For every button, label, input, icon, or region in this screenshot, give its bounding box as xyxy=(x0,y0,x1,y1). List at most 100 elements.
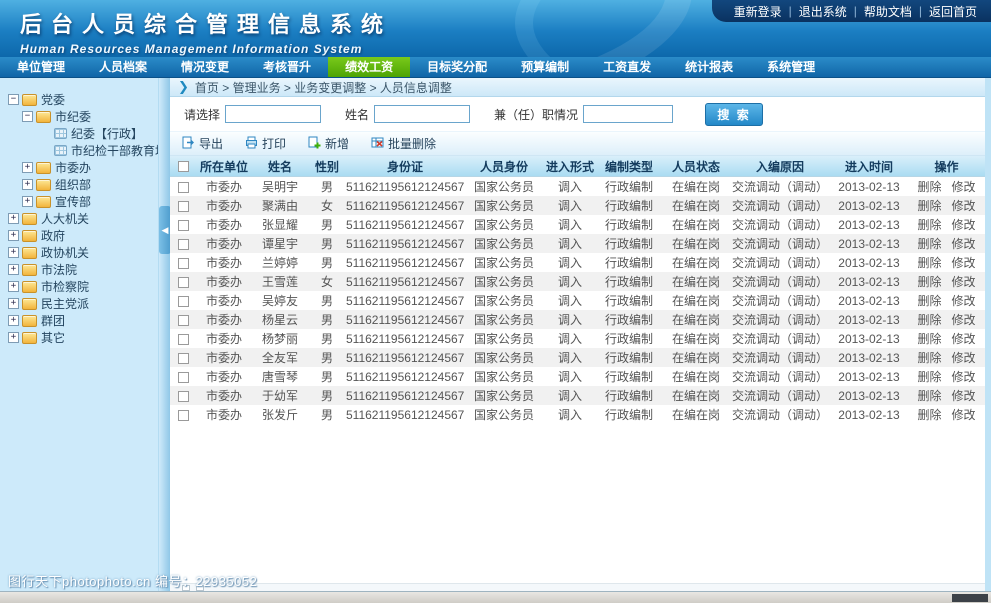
tree-node-14[interactable]: +其它 xyxy=(0,329,158,346)
tree-node-10[interactable]: +市法院 xyxy=(0,261,158,278)
select-filter-input[interactable] xyxy=(225,105,321,123)
delete-link[interactable]: 删除 xyxy=(917,256,941,270)
row-checkbox[interactable] xyxy=(178,315,189,326)
tree-node-6[interactable]: +宣传部 xyxy=(0,193,158,210)
name-filter-input[interactable] xyxy=(374,105,470,123)
select-all-checkbox[interactable] xyxy=(178,161,189,172)
folder-icon xyxy=(36,179,51,191)
tree-node-0[interactable]: −党委 xyxy=(0,91,158,108)
edit-link[interactable]: 修改 xyxy=(952,370,976,384)
expand-node-icon[interactable]: + xyxy=(8,281,19,292)
delete-link[interactable]: 删除 xyxy=(917,332,941,346)
cell-identity: 国家公务员 xyxy=(464,216,544,233)
expand-node-icon[interactable]: + xyxy=(8,264,19,275)
row-checkbox[interactable] xyxy=(178,220,189,231)
tree-node-8[interactable]: +政府 xyxy=(0,227,158,244)
header-checkbox-cell xyxy=(170,159,196,173)
tree-node-11[interactable]: +市检察院 xyxy=(0,278,158,295)
row-checkbox[interactable] xyxy=(178,296,189,307)
toolbar-add-button[interactable]: 新增 xyxy=(308,135,349,152)
expand-node-icon[interactable]: + xyxy=(22,196,33,207)
row-checkbox[interactable] xyxy=(178,372,189,383)
menu-item-8[interactable]: 统计报表 xyxy=(668,57,750,77)
edit-link[interactable]: 修改 xyxy=(952,313,976,327)
cell-actions: 删除修改 xyxy=(908,216,985,233)
edit-link[interactable]: 修改 xyxy=(952,389,976,403)
org-tree-sidebar: −党委−市纪委纪委【行政】市纪检干部教育培训中心+市委办+组织部+宣传部+人大机… xyxy=(0,78,158,591)
row-checkbox[interactable] xyxy=(178,391,189,402)
row-checkbox[interactable] xyxy=(178,353,189,364)
cell-status: 在编在岗 xyxy=(662,311,730,328)
expand-node-icon[interactable]: + xyxy=(8,315,19,326)
edit-link[interactable]: 修改 xyxy=(952,218,976,232)
collapse-node-icon[interactable]: − xyxy=(8,94,19,105)
top-link-0[interactable]: 重新登录 xyxy=(734,3,782,20)
row-checkbox[interactable] xyxy=(178,201,189,212)
tree-node-label: 群团 xyxy=(41,312,65,329)
delete-link[interactable]: 删除 xyxy=(917,199,941,213)
toolbar-export-button[interactable]: 导出 xyxy=(182,135,223,152)
row-checkbox[interactable] xyxy=(178,334,189,345)
job-filter-input[interactable] xyxy=(583,105,673,123)
top-link-2[interactable]: 帮助文档 xyxy=(864,3,912,20)
edit-link[interactable]: 修改 xyxy=(952,294,976,308)
delete-link[interactable]: 删除 xyxy=(917,389,941,403)
expand-node-icon[interactable]: + xyxy=(8,213,19,224)
top-link-1[interactable]: 退出系统 xyxy=(799,3,847,20)
row-checkbox[interactable] xyxy=(178,410,189,421)
expand-node-icon[interactable]: + xyxy=(8,247,19,258)
delete-link[interactable]: 删除 xyxy=(917,370,941,384)
edit-link[interactable]: 修改 xyxy=(952,275,976,289)
row-checkbox[interactable] xyxy=(178,182,189,193)
menu-item-7[interactable]: 工资直发 xyxy=(586,57,668,77)
toolbar-print-button[interactable]: 打印 xyxy=(245,135,286,152)
menu-item-0[interactable]: 单位管理 xyxy=(0,57,82,77)
menu-item-1[interactable]: 人员档案 xyxy=(82,57,164,77)
search-button[interactable]: 搜 索 xyxy=(705,103,763,126)
menu-item-2[interactable]: 情况变更 xyxy=(164,57,246,77)
tree-node-5[interactable]: +组织部 xyxy=(0,176,158,193)
tree-node-12[interactable]: +民主党派 xyxy=(0,295,158,312)
menu-item-3[interactable]: 考核晋升 xyxy=(246,57,328,77)
tree-node-1[interactable]: −市纪委 xyxy=(0,108,158,125)
edit-link[interactable]: 修改 xyxy=(952,199,976,213)
cell-unit: 市委办 xyxy=(196,330,252,347)
delete-link[interactable]: 删除 xyxy=(917,180,941,194)
menu-item-4[interactable]: 绩效工资 xyxy=(328,57,410,77)
expand-node-icon[interactable]: + xyxy=(22,179,33,190)
menu-item-9[interactable]: 系统管理 xyxy=(750,57,832,77)
tree-node-3[interactable]: 市纪检干部教育培训中心 xyxy=(0,142,158,159)
expand-node-icon[interactable]: + xyxy=(8,332,19,343)
expand-node-icon[interactable]: + xyxy=(8,298,19,309)
tree-node-13[interactable]: + 群团 xyxy=(0,312,158,329)
edit-link[interactable]: 修改 xyxy=(952,237,976,251)
edit-link[interactable]: 修改 xyxy=(952,351,976,365)
expand-node-icon[interactable]: + xyxy=(22,162,33,173)
delete-link[interactable]: 删除 xyxy=(917,237,941,251)
edit-link[interactable]: 修改 xyxy=(952,180,976,194)
edit-link[interactable]: 修改 xyxy=(952,256,976,270)
menu-item-6[interactable]: 预算编制 xyxy=(504,57,586,77)
edit-link[interactable]: 修改 xyxy=(952,332,976,346)
menu-item-5[interactable]: 目标奖分配 xyxy=(410,57,504,77)
sidebar-collapse-strip[interactable]: ◀ xyxy=(158,78,170,591)
delete-link[interactable]: 删除 xyxy=(917,218,941,232)
row-checkbox[interactable] xyxy=(178,258,189,269)
delete-link[interactable]: 删除 xyxy=(917,294,941,308)
table-row: 市委办张显耀男511621195612124567国家公务员调入行政编制在编在岗… xyxy=(170,215,985,234)
row-checkbox[interactable] xyxy=(178,277,189,288)
tree-node-4[interactable]: +市委办 xyxy=(0,159,158,176)
tree-node-9[interactable]: +政协机关 xyxy=(0,244,158,261)
tree-node-2[interactable]: 纪委【行政】 xyxy=(0,125,158,142)
delete-link[interactable]: 删除 xyxy=(917,313,941,327)
top-link-3[interactable]: 返回首页 xyxy=(929,3,977,20)
row-checkbox[interactable] xyxy=(178,239,189,250)
delete-link[interactable]: 删除 xyxy=(917,275,941,289)
collapse-node-icon[interactable]: − xyxy=(22,111,33,122)
expand-node-icon[interactable]: + xyxy=(8,230,19,241)
tree-node-7[interactable]: +人大机关 xyxy=(0,210,158,227)
delete-link[interactable]: 删除 xyxy=(917,351,941,365)
toolbar-batch-delete-button[interactable]: 批量删除 xyxy=(371,135,436,152)
delete-link[interactable]: 删除 xyxy=(917,408,941,422)
edit-link[interactable]: 修改 xyxy=(952,408,976,422)
